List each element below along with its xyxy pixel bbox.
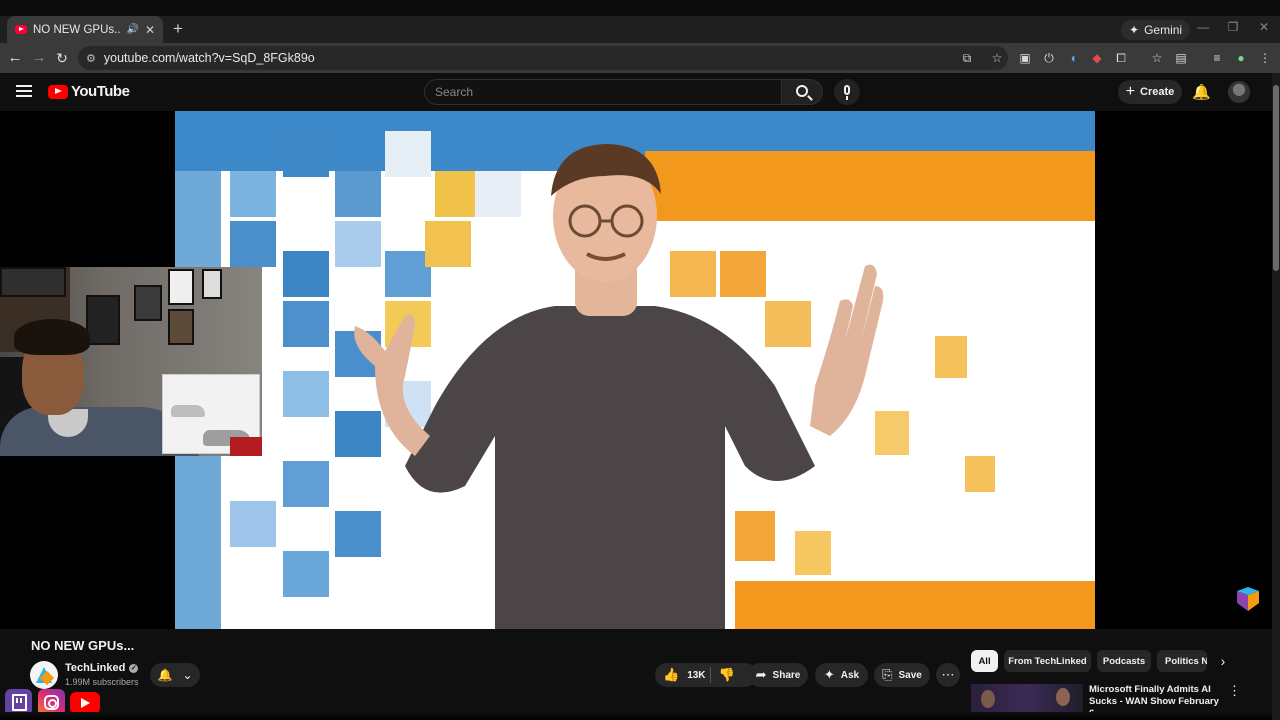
poster-frame bbox=[202, 269, 222, 299]
channel-name-row[interactable]: TechLinked ✓ bbox=[65, 662, 139, 674]
ask-label: Ask bbox=[840, 669, 860, 681]
maximize-window-button[interactable]: ❐ bbox=[1223, 20, 1243, 34]
youtube-favicon-icon bbox=[15, 25, 27, 34]
youtube-masthead: YouTube Search + Create 🔔 bbox=[0, 73, 1280, 111]
poster-frame bbox=[134, 285, 162, 321]
side-panel-icon[interactable]: ▤ bbox=[1172, 49, 1190, 67]
browser-menu-icon[interactable]: ⋮ bbox=[1256, 49, 1274, 67]
tab-title: NO NEW GPUs... - YouTube bbox=[33, 23, 121, 36]
chip-all[interactable]: All bbox=[971, 650, 998, 672]
bell-icon: 🔔 bbox=[157, 668, 173, 682]
techlinked-watermark-icon bbox=[1237, 587, 1259, 611]
url-text[interactable]: youtube.com/watch?v=SqD_8FGk89o bbox=[104, 51, 948, 65]
share-button[interactable]: ➦ Share bbox=[748, 663, 808, 687]
sparkle-icon: ✦ bbox=[1129, 23, 1140, 37]
plus-icon: + bbox=[1125, 83, 1136, 100]
extension-badge-icon[interactable]: ◆ bbox=[1088, 49, 1106, 67]
like-count: 13K bbox=[687, 669, 706, 681]
chip-from-techlinked[interactable]: From TechLinked bbox=[1004, 650, 1091, 672]
streamer-hair bbox=[14, 319, 90, 355]
extension-power-icon[interactable]: ⏻ bbox=[1040, 49, 1058, 67]
share-arrow-icon: ➦ bbox=[755, 667, 767, 682]
channel-name[interactable]: TechLinked bbox=[65, 662, 125, 674]
reload-icon[interactable]: ↻ bbox=[52, 48, 72, 68]
presenter-figure bbox=[354, 144, 884, 629]
share-label: Share bbox=[772, 669, 801, 681]
webcam-overlay bbox=[0, 267, 262, 456]
chip-podcasts[interactable]: Podcasts bbox=[1097, 650, 1151, 672]
back-arrow-icon[interactable]: ← bbox=[5, 48, 25, 68]
chip-politics[interactable]: Politics N bbox=[1157, 650, 1207, 672]
poster-frame bbox=[168, 269, 194, 305]
browser-toolbar: ← → ↻ ⚙ youtube.com/watch?v=SqD_8FGk89o … bbox=[0, 43, 1280, 73]
install-app-icon[interactable]: ⧉ bbox=[956, 51, 978, 66]
search-button[interactable] bbox=[781, 79, 823, 105]
tab-strip-top bbox=[0, 0, 1280, 16]
search-icon bbox=[796, 85, 808, 97]
new-tab-button[interactable]: + bbox=[168, 19, 188, 39]
poster-eagles bbox=[0, 267, 66, 297]
recommendation-more-icon[interactable]: ⋮ bbox=[1228, 684, 1241, 698]
thumbs-down-icon: 👎 bbox=[718, 667, 736, 682]
chevron-down-icon: ⌄ bbox=[182, 668, 193, 682]
red-object bbox=[230, 437, 262, 456]
video-title: NO NEW GPUs... bbox=[31, 638, 135, 653]
sparkle-icon: ✦ bbox=[823, 667, 835, 682]
bookmarks-icon[interactable]: ☆ bbox=[1148, 49, 1166, 67]
more-horizontal-icon: ⋯ bbox=[941, 667, 955, 682]
create-label: Create bbox=[1140, 86, 1175, 98]
page-scrollbar[interactable] bbox=[1272, 73, 1280, 720]
youtube-wordmark: YouTube bbox=[71, 83, 130, 100]
ask-button[interactable]: ✦ Ask bbox=[815, 663, 868, 687]
voice-search-button[interactable] bbox=[834, 79, 860, 105]
extensions-puzzle-icon[interactable]: ⧠ bbox=[1112, 49, 1130, 67]
scrollbar-thumb[interactable] bbox=[1273, 85, 1279, 271]
extension-audio-icon[interactable]: ◖ bbox=[1064, 49, 1082, 67]
wall-tile bbox=[965, 456, 995, 492]
gemini-label: Gemini bbox=[1144, 23, 1183, 37]
tab-close-button[interactable]: ✕ bbox=[145, 23, 155, 37]
close-window-button[interactable]: ✕ bbox=[1254, 20, 1274, 34]
like-divider bbox=[710, 667, 711, 683]
poster-hands-off bbox=[86, 295, 120, 345]
media-controls-icon[interactable]: ≡ bbox=[1208, 49, 1226, 67]
site-settings-icon[interactable]: ⚙ bbox=[86, 52, 96, 65]
minimize-window-button[interactable]: — bbox=[1193, 20, 1213, 34]
subscribed-notifications-button[interactable]: 🔔 ⌄ bbox=[150, 663, 200, 687]
browser-tab[interactable]: NO NEW GPUs... - YouTube 🔊 ✕ bbox=[7, 16, 163, 43]
dislike-button[interactable]: 👎 bbox=[712, 663, 742, 687]
profile-icon[interactable]: ● bbox=[1232, 49, 1250, 67]
save-button[interactable]: ⎘ Save bbox=[874, 663, 930, 687]
chevron-right-icon[interactable]: › bbox=[1214, 652, 1232, 670]
microphone-icon bbox=[844, 85, 850, 95]
search-input[interactable]: Search bbox=[424, 79, 782, 105]
bottom-edge bbox=[0, 712, 1272, 720]
browser-tab-bar: NO NEW GPUs... - YouTube 🔊 ✕ + ✦ Gemini … bbox=[0, 0, 1280, 43]
wall-tile bbox=[935, 336, 967, 378]
speaker-icon[interactable]: 🔊 bbox=[126, 24, 138, 35]
bookmark-icon: ⎘ bbox=[882, 667, 893, 682]
forward-arrow-icon[interactable]: → bbox=[29, 48, 49, 68]
notifications-bell-icon[interactable]: 🔔 bbox=[1192, 83, 1211, 101]
youtube-social-icon bbox=[70, 692, 100, 714]
account-avatar[interactable] bbox=[1228, 81, 1250, 103]
bookmark-star-icon[interactable]: ☆ bbox=[986, 51, 1008, 65]
create-button[interactable]: + Create bbox=[1118, 80, 1182, 104]
subscriber-count: 1.99M subscribers bbox=[65, 677, 139, 687]
more-actions-button[interactable]: ⋯ bbox=[936, 663, 960, 687]
save-label: Save bbox=[898, 669, 922, 681]
video-player[interactable] bbox=[175, 111, 1095, 629]
verified-check-icon: ✓ bbox=[129, 663, 139, 673]
channel-avatar[interactable] bbox=[30, 661, 58, 689]
menu-hamburger-icon[interactable] bbox=[16, 85, 32, 97]
thumbs-up-icon[interactable]: 👍 bbox=[663, 667, 679, 683]
gemini-button[interactable]: ✦ Gemini bbox=[1121, 20, 1191, 40]
address-bar[interactable]: ⚙ youtube.com/watch?v=SqD_8FGk89o ⧉ ☆ bbox=[78, 46, 1008, 70]
youtube-play-icon bbox=[48, 84, 68, 99]
extension-gift-icon[interactable]: ▣ bbox=[1016, 49, 1034, 67]
poster-frame bbox=[168, 309, 194, 345]
youtube-logo[interactable]: YouTube bbox=[48, 83, 130, 100]
